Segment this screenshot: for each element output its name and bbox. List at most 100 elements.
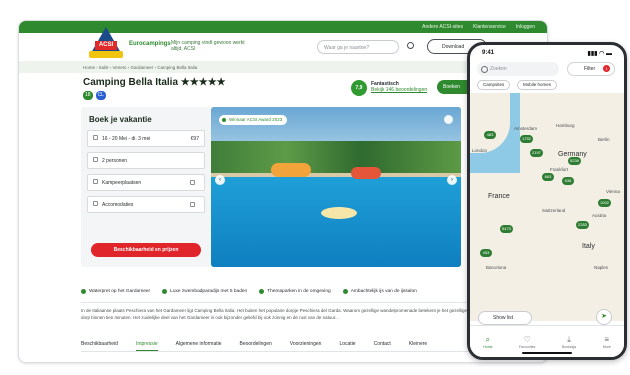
tabs-divider (81, 351, 501, 352)
description-text: In de Italiaanse plaats Peschiera van he… (81, 308, 501, 320)
city-label: Naples (594, 265, 609, 270)
navigation-arrow-icon: ➤ (601, 313, 607, 320)
tab-facilities[interactable]: Voorzieningen (290, 341, 322, 351)
award-badge: Winnaar ACSI Award 2023 (219, 115, 288, 125)
check-icon (81, 289, 86, 294)
section-tabs: Beschikbaarheid Impressie Algemene infor… (81, 341, 427, 351)
land-uk (470, 93, 510, 153)
city-label: Berlin (598, 137, 610, 142)
availability-button[interactable]: Beschikbaarheid en prijzen (91, 243, 201, 257)
expand-icon[interactable] (444, 115, 453, 124)
map-view[interactable]: France Germany Italy Austria Switzerland… (470, 93, 624, 321)
tab-general-info[interactable]: Algemene informatie (176, 341, 222, 351)
feature-list: Waterpret op het Gardameer Luxe zwembadp… (81, 289, 417, 294)
accommodations-checkbox[interactable]: Accomodaties (87, 196, 205, 213)
tab-availability[interactable]: Beschikbaarheid (81, 341, 118, 351)
rating-score: 7,9 (351, 80, 367, 96)
map-marker[interactable]: 663 (542, 173, 554, 181)
map-marker[interactable]: 483 (484, 131, 496, 139)
check-icon (162, 289, 168, 294)
other-sites-link[interactable]: Andere ACSI-sites (422, 24, 463, 30)
nav-more[interactable]: ≡ More (603, 335, 611, 349)
map-marker[interactable]: 453 (480, 249, 492, 257)
download-icon: ⤓ (567, 334, 571, 344)
tab-location[interactable]: Locatie (339, 341, 355, 351)
map-marker[interactable]: 5239 (568, 157, 581, 165)
menu-icon: ≡ (604, 334, 610, 344)
tab-impression[interactable]: Impressie (135, 341, 158, 351)
country-label: Switzerland (542, 208, 566, 213)
acsi-logo[interactable]: ACSI (89, 27, 123, 61)
city-label: Frankfurt (550, 167, 569, 172)
water-slide (271, 163, 311, 177)
page-title: Camping Bella Italia ★★★★★ (83, 77, 226, 88)
map-marker[interactable]: 2283 (576, 221, 589, 229)
search-map-icon: ⌕ (485, 334, 491, 344)
divider (81, 302, 501, 303)
reviews-link[interactable]: Bekijk 146 beoordelingen (371, 87, 427, 93)
checkbox[interactable] (190, 202, 195, 207)
checkbox[interactable] (190, 180, 195, 185)
chip-campsites[interactable]: Campsites (477, 80, 511, 90)
hero-trees (211, 141, 461, 177)
city-label: Vienna (606, 189, 620, 194)
search-icon[interactable] (407, 42, 414, 49)
tab-reviews[interactable]: Beoordelingen (240, 341, 272, 351)
guests-field[interactable]: 2 personen (87, 152, 205, 169)
feature-item: Waterpret op het Gardameer (81, 289, 150, 294)
guests-value: 2 personen (102, 158, 128, 164)
water-slide (351, 167, 381, 179)
rating-summary: Fantastisch Bekijk 146 beoordelingen (371, 81, 427, 93)
map-marker[interactable]: 1752 (520, 135, 533, 143)
booking-title: Boek je vakantie (89, 115, 152, 124)
map-marker[interactable]: 2197 (530, 149, 543, 157)
map-marker[interactable]: 1002 (598, 199, 611, 207)
check-icon (342, 289, 348, 294)
nav-bookings[interactable]: ⤓ Bookings (562, 335, 576, 349)
feature-item: Ambachtelijk ijs van de ijssalon (342, 289, 417, 294)
badge-cl: CL (95, 91, 106, 100)
nav-home[interactable]: ⌕ Home (483, 335, 492, 349)
customer-service-link[interactable]: Klantenservice (473, 24, 506, 30)
country-label: Austria (592, 213, 607, 218)
chip-mobile-homes[interactable]: Mobile homes (517, 80, 558, 90)
price-value: €97 (190, 135, 199, 142)
feature-item: Themaparken in de omgeving (259, 289, 331, 294)
filter-count-badge: 1 (603, 65, 610, 72)
screenshot-stage: Andere ACSI-sites Klantenservice Inlogge… (0, 0, 630, 375)
pitches-checkbox[interactable]: Kampeerplaatsen (87, 174, 205, 191)
brand-name: Eurocampings (129, 41, 171, 47)
hero-image[interactable]: Winnaar ACSI Award 2023 ‹ › (211, 107, 461, 267)
logo-ribbon (89, 51, 123, 58)
site-search-input[interactable]: Waar ga je naartoe? (317, 40, 399, 54)
status-bar: 9:41 ▮▮▮ ◠ ▬ (470, 45, 624, 61)
show-list-label: Show list (493, 315, 514, 321)
pool-island (321, 207, 357, 219)
feature-item: Luxe zwembadparadijs met 5 baden (162, 289, 247, 294)
tab-contact[interactable]: Contact (374, 341, 391, 351)
title-badges: 18 CL (83, 91, 106, 100)
map-marker[interactable]: 538 (562, 177, 574, 185)
login-link[interactable]: Inloggen (516, 24, 535, 30)
city-label: London (472, 148, 488, 153)
tab-more[interactable]: Kleinere (409, 341, 427, 351)
hero-pool (211, 177, 461, 267)
country-label: France (488, 193, 510, 200)
calendar-icon (93, 135, 98, 140)
acsi-badge: ACSI (95, 41, 117, 50)
signal-battery-icon: ▮▮▮ ◠ ▬ (587, 50, 612, 57)
date-field[interactable]: 16 - 20 Mei - di. 3 mei €97 (87, 130, 205, 147)
prev-image-button[interactable]: ‹ (215, 175, 225, 185)
status-time: 9:41 (482, 50, 495, 56)
country-label: Italy (582, 243, 595, 250)
locate-me-button[interactable]: ➤ (596, 309, 612, 325)
map-search-input[interactable]: Zoeken (477, 62, 559, 76)
date-value: 16 - 20 Mei - di. 3 mei (102, 136, 151, 142)
badge-tents: 18 (83, 91, 93, 100)
brand-tagline: Mijn camping vindt gewoon werkt altijd, … (171, 40, 245, 52)
map-marker[interactable]: 5473 (500, 225, 513, 233)
show-list-button[interactable]: Show list (478, 311, 532, 325)
nav-favourites[interactable]: ♡ Favourites (519, 335, 535, 349)
next-image-button[interactable]: › (447, 175, 457, 185)
filter-button[interactable]: Filter 1 (567, 62, 615, 76)
